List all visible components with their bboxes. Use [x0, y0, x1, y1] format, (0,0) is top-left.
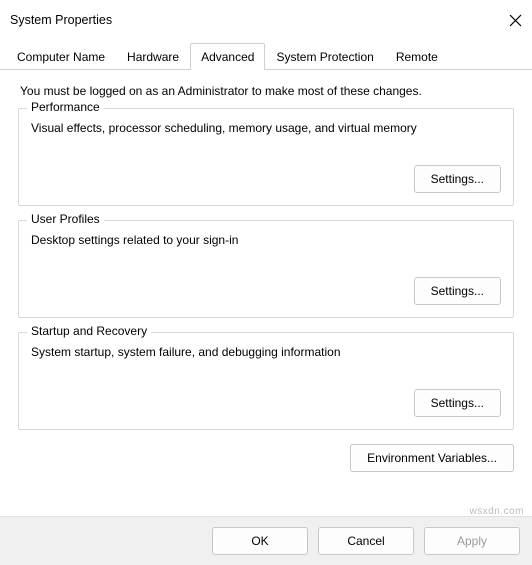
environment-variables-button[interactable]: Environment Variables...: [350, 444, 514, 472]
tab-content: You must be logged on as an Administrato…: [0, 70, 532, 480]
group-user-profiles-desc: Desktop settings related to your sign-in: [31, 233, 501, 247]
group-startup-recovery-legend: Startup and Recovery: [27, 324, 151, 338]
tab-system-protection[interactable]: System Protection: [265, 43, 384, 70]
group-startup-recovery-desc: System startup, system failure, and debu…: [31, 345, 501, 359]
cancel-button[interactable]: Cancel: [318, 527, 414, 555]
startup-recovery-settings-button[interactable]: Settings...: [414, 389, 501, 417]
apply-button[interactable]: Apply: [424, 527, 520, 555]
performance-settings-button[interactable]: Settings...: [414, 165, 501, 193]
group-performance-desc: Visual effects, processor scheduling, me…: [31, 121, 501, 135]
tab-strip: Computer Name Hardware Advanced System P…: [0, 42, 532, 70]
dialog-button-bar: OK Cancel Apply: [0, 516, 532, 565]
close-icon[interactable]: [509, 14, 522, 27]
group-performance-legend: Performance: [27, 100, 104, 114]
group-user-profiles: User Profiles Desktop settings related t…: [18, 220, 514, 318]
ok-button[interactable]: OK: [212, 527, 308, 555]
user-profiles-settings-button[interactable]: Settings...: [414, 277, 501, 305]
tab-remote[interactable]: Remote: [385, 43, 449, 70]
tab-advanced[interactable]: Advanced: [190, 43, 265, 70]
titlebar: System Properties: [0, 0, 532, 36]
group-user-profiles-legend: User Profiles: [27, 212, 104, 226]
group-performance: Performance Visual effects, processor sc…: [18, 108, 514, 206]
group-startup-recovery: Startup and Recovery System startup, sys…: [18, 332, 514, 430]
window-title: System Properties: [10, 13, 112, 27]
intro-text: You must be logged on as an Administrato…: [20, 84, 514, 98]
tab-hardware[interactable]: Hardware: [116, 43, 190, 70]
tab-computer-name[interactable]: Computer Name: [6, 43, 116, 70]
